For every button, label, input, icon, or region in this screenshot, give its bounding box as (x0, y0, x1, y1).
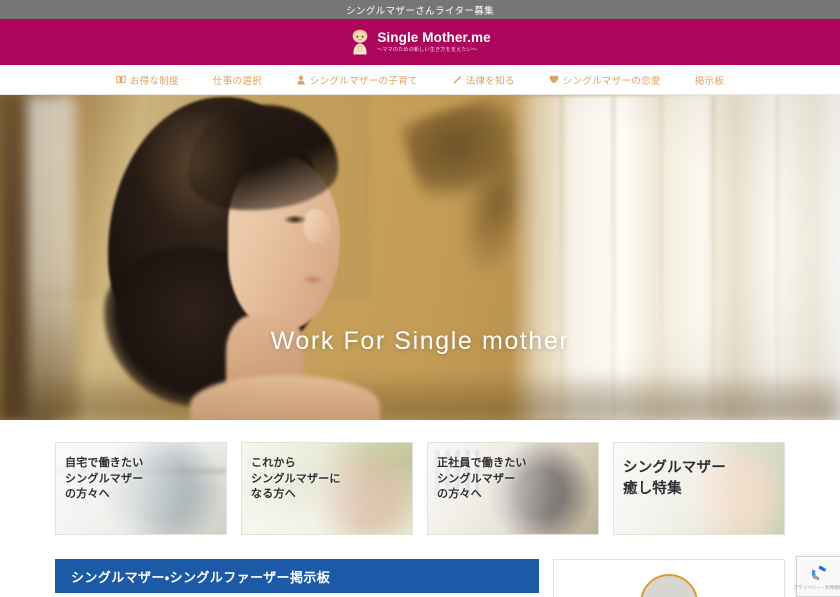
logo-text-block: Single Mother.me ～ママのための新しい生き方を支えたい～ (377, 31, 490, 53)
nav-item-benefits-label: お得な制度 (129, 75, 179, 87)
hero-banner[interactable]: Work For Single mother (0, 95, 840, 420)
top-announcement-bar[interactable]: シングルマザーさんライター募集 (0, 0, 840, 19)
nav-item-romance[interactable]: シングルマザーの恋愛 (532, 73, 678, 87)
recaptcha-badge[interactable]: プライバシー - 利用規約 (794, 556, 840, 597)
card-relaxation-feature[interactable]: シングルマザー 癒し特集 (613, 442, 785, 535)
nav-item-job-choice-label: 仕事の選択 (212, 75, 262, 87)
global-navigation: お得な制度 仕事の選択 シングルマザーの子育て 法律を知る シングルマザーの恋愛… (0, 65, 840, 95)
nav-item-benefits[interactable]: お得な制度 (99, 73, 196, 87)
card-label-relaxation-feature: シングルマザー 癒し特集 (623, 460, 726, 498)
card-label-full-time-employment: 正社員で働きたい シングルマザー の方々へ (437, 457, 527, 501)
bulletin-board-banner-label: シングルマザー・シングルファーザー掲示板 (71, 569, 331, 585)
card-becoming-single-mother[interactable]: これから シングルマザーに なる方へ (241, 442, 413, 535)
site-logo[interactable]: Single Mother.me ～ママのための新しい生き方を支えたい～ (349, 29, 491, 55)
hero-photo (0, 95, 840, 420)
nav-item-board-label: 掲示板 (694, 75, 725, 87)
nav-item-parenting-label: シングルマザーの子育て (309, 75, 418, 87)
heart-icon (549, 75, 559, 85)
bulletin-board-banner[interactable]: シングルマザー・シングルファーザー掲示板 (55, 559, 539, 593)
baby-icon (296, 75, 306, 85)
top-announcement-text: シングルマザーさんライター募集 (345, 5, 495, 17)
nav-item-job-choice[interactable]: 仕事の選択 (196, 73, 279, 87)
nav-item-law-label: 法律を知る (465, 75, 515, 87)
recaptcha-terms-link[interactable]: 利用規約 (825, 585, 840, 590)
hero-title: Work For Single mother (270, 327, 570, 355)
brand-header: Single Mother.me ～ママのための新しい生き方を支えたい～ (0, 19, 840, 65)
bottom-section: シングルマザー・シングルファーザー掲示板 (0, 535, 840, 597)
site-tagline: ～ママのための新しい生き方を支えたい～ (377, 46, 478, 53)
nav-item-parenting[interactable]: シングルマザーの子育て (279, 73, 435, 87)
site-title: Single Mother.me (377, 30, 491, 46)
card-full-time-employment[interactable]: 正社員で働きたい シングルマザー の方々へ (427, 442, 599, 535)
profile-avatar-icon (640, 574, 698, 597)
nav-item-board[interactable]: 掲示板 (678, 73, 741, 87)
recaptcha-privacy-link[interactable]: プライバシー (794, 585, 821, 590)
card-label-work-from-home: 自宅で働きたい シングルマザー の方々へ (65, 457, 144, 501)
nav-item-law[interactable]: 法律を知る (435, 73, 532, 87)
page-root: シングルマザーさんライター募集 Single Mother.me ～ママのための… (0, 0, 840, 597)
card-label-becoming-single-mother: これから シングルマザーに なる方へ (251, 457, 341, 501)
sidebar-profile-card (553, 559, 785, 597)
card-work-from-home[interactable]: 自宅で働きたい シングルマザー の方々へ (55, 442, 227, 535)
mother-and-child-logo-icon (349, 29, 371, 55)
recaptcha-icon (809, 563, 829, 583)
pen-icon (452, 75, 462, 85)
nav-item-romance-label: シングルマザーの恋愛 (562, 75, 661, 87)
book-icon (116, 75, 126, 85)
recaptcha-links[interactable]: プライバシー - 利用規約 (794, 585, 840, 591)
category-card-list: 自宅で働きたい シングルマザー の方々へ これから シングルマザーに なる方へ … (0, 420, 840, 535)
